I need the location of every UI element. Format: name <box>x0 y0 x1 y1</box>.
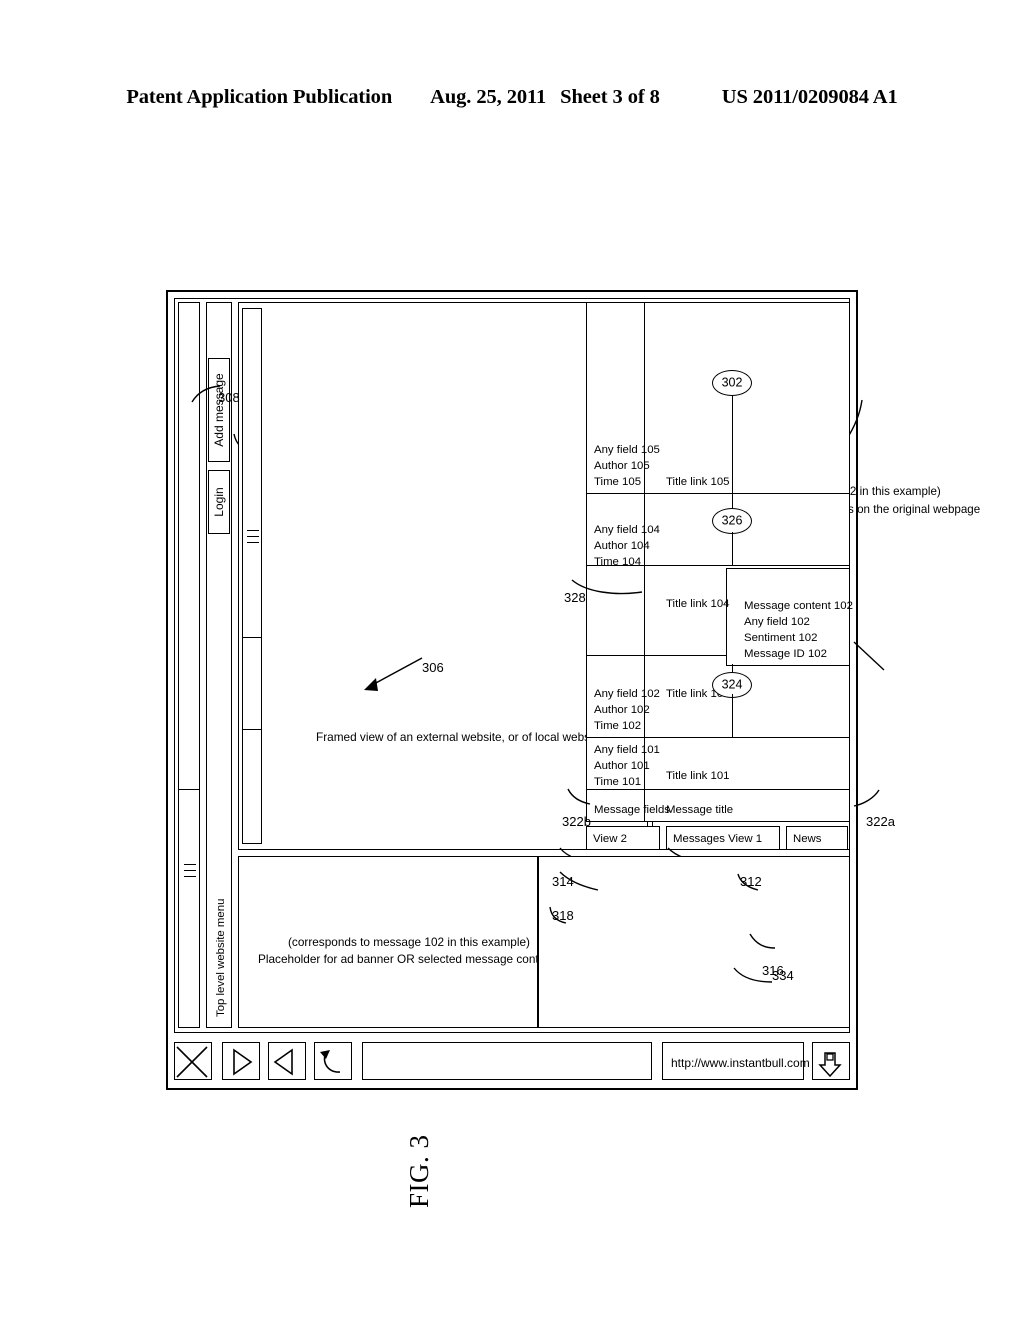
ref-314: 314 <box>552 874 574 889</box>
tab-view-2[interactable]: View 2 <box>586 826 660 850</box>
ref-318: 318 <box>552 908 574 923</box>
column-header-message-title: Message title <box>666 804 734 816</box>
refresh-icon[interactable] <box>314 1042 352 1080</box>
cell-time-2: Time 104 <box>594 556 642 568</box>
column-header-message-fields: Message fields <box>594 804 670 816</box>
document-number: US 2011/0209084 A1 <box>721 86 898 108</box>
ref-302-label: 302 <box>721 376 743 391</box>
ref-324-label: 324 <box>721 678 743 693</box>
ref-328: 328 <box>564 590 586 605</box>
ref-oval-326: 326 <box>712 508 752 534</box>
ref-316: 316 <box>762 963 784 978</box>
ref-308: 308 <box>218 390 240 405</box>
cell-anyfield-1: Any field 102 <box>594 688 660 700</box>
tab-messages-view-1[interactable]: Messages View 1 <box>666 826 780 850</box>
ref-312: 312 <box>740 874 762 889</box>
ref-322b: 322b <box>562 814 591 829</box>
ref-oval-302: 302 <box>712 370 752 396</box>
scrollbar-grip-icon <box>184 864 196 877</box>
framed-view-scrollbar[interactable] <box>242 308 262 844</box>
cell-author-2: Author 104 <box>594 540 650 552</box>
cell-title-2[interactable]: Title link 104 <box>666 596 730 612</box>
cell-author-0: Author 101 <box>594 760 650 772</box>
cell-title-3[interactable]: Title link 105 <box>666 474 730 490</box>
window-top-scrollbar[interactable] <box>178 302 200 1028</box>
login-button[interactable]: Login <box>208 470 230 534</box>
tab-news[interactable]: News <box>786 826 848 850</box>
cell-time-1: Time 102 <box>594 720 642 732</box>
cell-author-3: Author 105 <box>594 460 650 472</box>
left-column-panel <box>538 856 850 1028</box>
ref-322a: 322a <box>866 814 895 829</box>
scroll-down-icon[interactable] <box>222 1042 260 1080</box>
popup-line-3: Message content 102 <box>744 600 853 612</box>
cell-title-0[interactable]: Title link 101 <box>666 768 730 784</box>
cell-time-3: Time 105 <box>594 476 642 488</box>
close-icon[interactable] <box>174 1042 212 1080</box>
ad-placeholder-line-2: (corresponds to message 102 in this exam… <box>288 935 530 949</box>
figure-caption: FIG. 3 <box>404 1134 434 1208</box>
publication-date: Aug. 25, 2011 <box>430 86 547 108</box>
popup-line-1: Sentiment 102 <box>744 632 818 644</box>
framed-scrollbar-grip-icon <box>247 530 259 543</box>
publication-header: Patent Application Publication Aug. 25, … <box>0 86 1024 109</box>
figure-3-drawing: FIG. 3 300 http://www.instantbull.com <box>166 290 980 1208</box>
tab-view-2-label: View 2 <box>593 833 627 845</box>
url-bar[interactable]: http://www.instantbull.com <box>662 1042 810 1080</box>
ref-326-label: 326 <box>721 514 743 529</box>
menu-title: Top level website menu <box>215 898 227 1017</box>
cell-anyfield-0: Any field 101 <box>594 744 660 756</box>
publication-title: Patent Application Publication <box>126 86 393 108</box>
popup-line-0: Message ID 102 <box>744 648 827 660</box>
tab-messages-view-1-label: Messages View 1 <box>673 833 763 845</box>
ref-306: 306 <box>422 660 444 675</box>
add-message-button[interactable]: Add message <box>208 358 230 462</box>
ad-placeholder-line-1: Placeholder for ad banner OR selected me… <box>258 952 556 966</box>
cell-time-0: Time 101 <box>594 776 642 788</box>
window-titlebar <box>362 1042 652 1080</box>
tab-news-label: News <box>793 833 822 845</box>
cell-author-1: Author 102 <box>594 704 650 716</box>
popup-line-2: Any field 102 <box>744 616 810 628</box>
sheet-number: Sheet 3 of 8 <box>560 86 660 108</box>
scroll-up-icon[interactable] <box>268 1042 306 1080</box>
cell-anyfield-2: Any field 104 <box>594 524 660 536</box>
cell-anyfield-3: Any field 105 <box>594 444 660 456</box>
url-text: http://www.instantbull.com <box>671 1056 810 1070</box>
home-icon[interactable] <box>812 1042 850 1080</box>
